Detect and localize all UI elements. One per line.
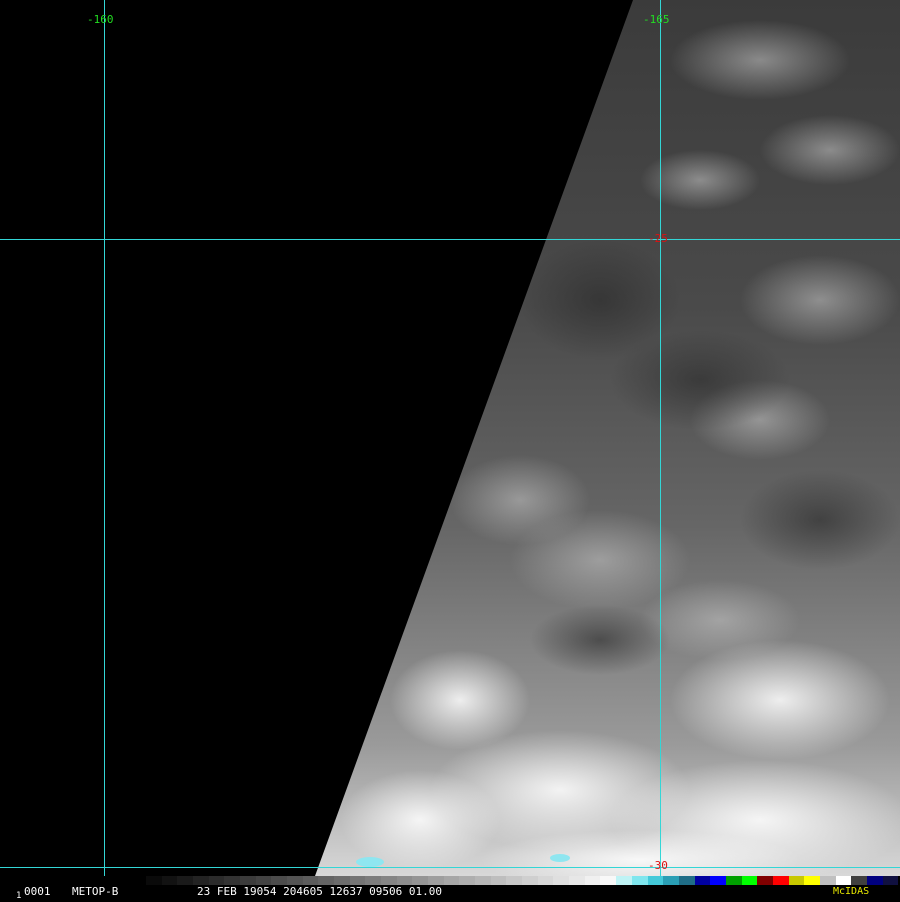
longitude-label-160: -160 — [87, 13, 114, 26]
status-bar: 1 0001 METOP-B 23 FEB 19054 204605 12637… — [0, 885, 900, 901]
satellite-name: METOP-B — [72, 885, 119, 898]
frame-id: 0001 — [24, 885, 51, 898]
longitude-label-165: -165 — [643, 13, 670, 26]
latitude-label-30: -30 — [648, 859, 668, 872]
software-label: McIDAS — [833, 886, 870, 897]
timestamp: 23 FEB 19054 204605 12637 09506 01.00 — [197, 885, 443, 898]
latitude-label-25: -25 — [648, 232, 668, 245]
satellite-ir-image — [0, 0, 900, 900]
frame-number: 1 — [16, 891, 22, 901]
